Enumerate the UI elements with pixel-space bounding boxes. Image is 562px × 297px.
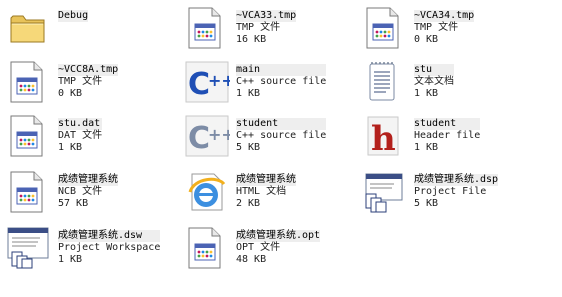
svg-text:h: h [371, 119, 396, 158]
file-size: 5 KB [236, 142, 261, 153]
file-size: 2 KB [236, 198, 261, 209]
file-item-stu-txt[interactable]: stu 文本文档 1 KB [362, 60, 542, 114]
file-name: stu.dat [58, 118, 103, 130]
file-size: 16 KB [236, 34, 267, 45]
file-label: ~VCC8A.tmp TMP 文件 0 KB [58, 64, 119, 100]
file-label: 成绩管理系统 NCB 文件 57 KB [58, 174, 118, 210]
file-size: 0 KB [58, 88, 83, 99]
file-type: C++ source file [236, 130, 327, 141]
file-type: DAT 文件 [58, 130, 103, 141]
file-name: 成绩管理系统.dsp [414, 174, 499, 186]
file-item-dsp[interactable]: 成绩管理系统.dsp Project File 5 KB [362, 170, 542, 224]
text-document-icon [362, 60, 410, 108]
svg-text:++: ++ [208, 125, 230, 144]
file-size: 1 KB [58, 142, 83, 153]
file-size: 57 KB [58, 198, 89, 209]
file-type: NCB 文件 [58, 186, 103, 197]
svg-text:++: ++ [208, 71, 230, 90]
file-label: main C++ source file 1 KB [236, 64, 327, 100]
file-type: HTML 文档 [236, 186, 287, 197]
file-type: TMP 文件 [58, 76, 103, 87]
file-item-ncb[interactable]: 成绩管理系统 NCB 文件 57 KB [6, 170, 186, 224]
file-type: C++ source file [236, 76, 327, 87]
html-document-icon [184, 170, 232, 218]
file-type: TMP 文件 [414, 22, 459, 33]
file-size: 1 KB [236, 88, 261, 99]
file-item-main-cpp[interactable]: C ++ main C++ source file 1 KB [184, 60, 364, 114]
file-name: 成绩管理系统 [236, 174, 296, 186]
folder-icon [6, 6, 54, 54]
file-item-dsw[interactable]: 成绩管理系统.dsw Project Workspace 1 KB [6, 226, 186, 280]
generic-file-icon [184, 226, 232, 274]
file-item-vcc8a[interactable]: ~VCC8A.tmp TMP 文件 0 KB [6, 60, 186, 114]
file-name: ~VCA33.tmp [236, 10, 297, 22]
file-type: Project File [414, 186, 487, 197]
file-label: 成绩管理系统.opt OPT 文件 48 KB [236, 230, 321, 266]
file-item-vca33[interactable]: ~VCA33.tmp TMP 文件 16 KB [184, 6, 364, 60]
project-file-icon [362, 170, 410, 218]
file-name: student [414, 118, 481, 130]
file-item-opt[interactable]: 成绩管理系统.opt OPT 文件 48 KB [184, 226, 364, 280]
generic-file-icon [184, 6, 232, 54]
file-size: 1 KB [414, 88, 439, 99]
file-name: stu [414, 64, 454, 76]
file-type: Project Workspace [58, 242, 161, 253]
file-item-html[interactable]: 成绩管理系统 HTML 文档 2 KB [184, 170, 364, 224]
cpp-source-icon: C ++ [184, 60, 232, 108]
file-size: 48 KB [236, 254, 267, 265]
svg-text:C: C [188, 121, 210, 156]
file-name: 成绩管理系统.dsw [58, 230, 161, 242]
file-size: 1 KB [58, 254, 83, 265]
file-type: OPT 文件 [236, 242, 281, 253]
file-size: 5 KB [414, 198, 439, 209]
file-type: TMP 文件 [236, 22, 281, 33]
file-label: student C++ source file 5 KB [236, 118, 327, 154]
file-label: ~VCA34.tmp TMP 文件 0 KB [414, 10, 475, 46]
file-name: ~VCA34.tmp [414, 10, 475, 22]
generic-file-icon [6, 170, 54, 218]
file-size: 0 KB [414, 34, 439, 45]
file-label: stu 文本文档 1 KB [414, 64, 454, 100]
file-label: ~VCA33.tmp TMP 文件 16 KB [236, 10, 297, 46]
file-label: student Header file 1 KB [414, 118, 481, 154]
file-type: Header file [414, 130, 481, 141]
svg-text:C: C [188, 67, 210, 102]
header-file-icon: h [362, 114, 410, 162]
file-name: 成绩管理系统 [58, 174, 118, 186]
file-name: main [236, 64, 327, 76]
cpp-source-icon: C ++ [184, 114, 232, 162]
generic-file-icon [6, 114, 54, 162]
workspace-file-icon [6, 226, 54, 274]
file-item-vca34[interactable]: ~VCA34.tmp TMP 文件 0 KB [362, 6, 542, 60]
file-name: Debug [58, 10, 89, 22]
file-type: 文本文档 [414, 76, 454, 87]
file-label: 成绩管理系统 HTML 文档 2 KB [236, 174, 296, 210]
file-item-debug-folder[interactable]: Debug [6, 6, 186, 60]
file-size: 1 KB [414, 142, 439, 153]
generic-file-icon [362, 6, 410, 54]
file-item-student-cpp[interactable]: C ++ student C++ source file 5 KB [184, 114, 364, 168]
file-name: 成绩管理系统.opt [236, 230, 321, 242]
file-label: Debug [58, 10, 89, 22]
file-item-student-h[interactable]: h student Header file 1 KB [362, 114, 542, 168]
file-label: 成绩管理系统.dsp Project File 5 KB [414, 174, 499, 210]
generic-file-icon [6, 60, 54, 108]
file-label: 成绩管理系统.dsw Project Workspace 1 KB [58, 230, 161, 266]
file-name: ~VCC8A.tmp [58, 64, 119, 76]
file-label: stu.dat DAT 文件 1 KB [58, 118, 103, 154]
file-item-stu-dat[interactable]: stu.dat DAT 文件 1 KB [6, 114, 186, 168]
file-name: student [236, 118, 327, 130]
